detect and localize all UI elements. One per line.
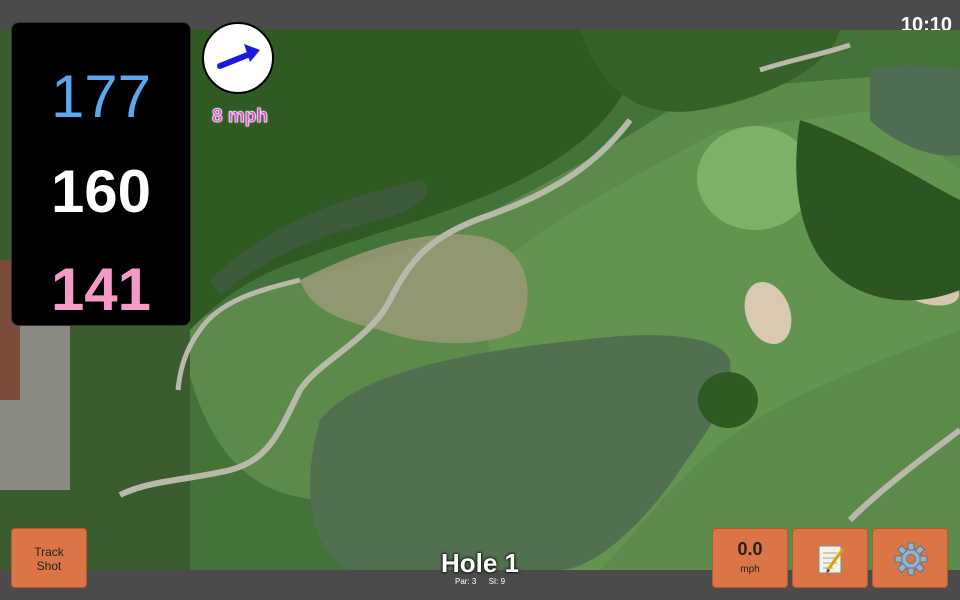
- hole-stroke-index: SI: 9: [488, 577, 506, 586]
- scorecard-notes-button[interactable]: [792, 528, 868, 588]
- speed-button[interactable]: 0.0 mph: [712, 528, 788, 588]
- distance-panel: 177 160 141: [11, 22, 191, 326]
- hole-par: Par: 3: [454, 577, 477, 586]
- hole-title: Hole 1: [440, 548, 520, 578]
- wind-speed-label: 8 mph: [212, 106, 268, 128]
- distance-back: 177: [50, 63, 152, 130]
- track-shot-label-line2: Shot: [36, 559, 62, 573]
- hole-info: Hole 1 Par: 3 SI: 9: [400, 548, 560, 586]
- hole-meta: Par: 3 SI: 9: [400, 577, 560, 586]
- track-shot-button[interactable]: Track Shot: [11, 528, 87, 588]
- speed-unit: mph: [740, 564, 760, 575]
- settings-button[interactable]: [872, 528, 948, 588]
- distance-middle: 160: [50, 158, 152, 225]
- distance-front: 141: [50, 256, 152, 323]
- speed-value: 0.0: [737, 539, 763, 559]
- notepad-icon: [818, 545, 845, 574]
- track-shot-label-line1: Track: [34, 545, 64, 559]
- gear-icon: [894, 542, 928, 576]
- wind-arrow-icon: [217, 44, 260, 69]
- wind-indicator[interactable]: [202, 22, 274, 94]
